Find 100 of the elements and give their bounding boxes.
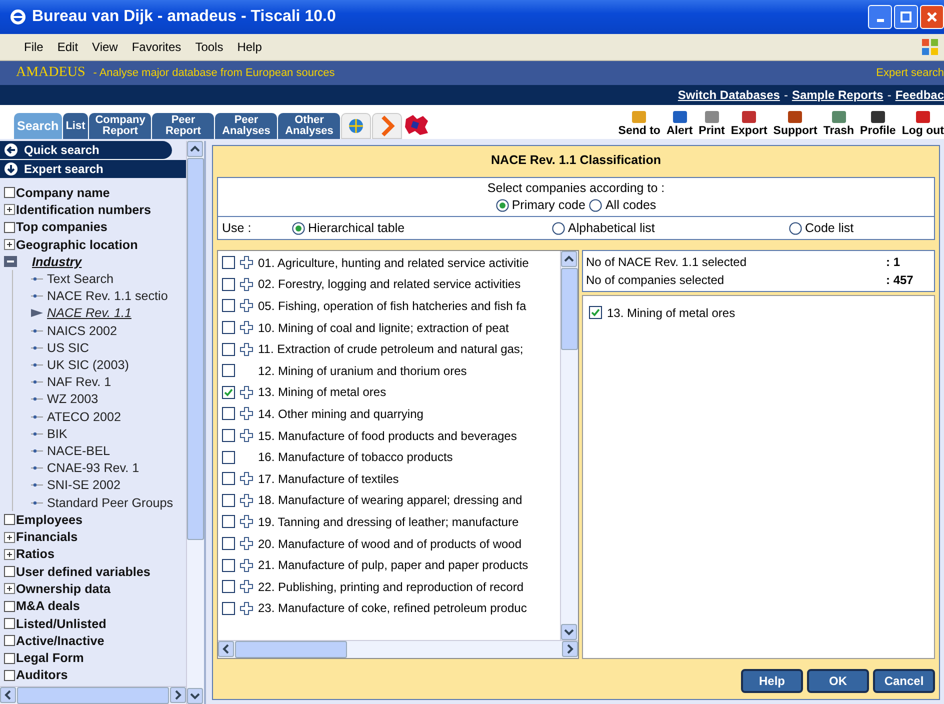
scroll-right-icon[interactable] — [562, 641, 578, 657]
search-mode-button[interactable]: Quick search — [0, 141, 172, 160]
industry-code[interactable]: 14. Other mining and quarrying — [258, 406, 424, 421]
close-button[interactable] — [920, 5, 944, 29]
toolbar-button[interactable]: Send to — [618, 109, 660, 137]
criteria-item[interactable]: Employees — [16, 512, 82, 527]
checkbox[interactable] — [222, 407, 235, 420]
plus-icon[interactable] — [240, 580, 253, 594]
plus-icon[interactable] — [240, 342, 253, 356]
radio-label[interactable]: Hierarchical table — [308, 221, 405, 235]
industry-code[interactable]: 19. Tanning and dressing of leather; manufacture — [258, 514, 519, 529]
dialog-button[interactable]: Cancel — [873, 669, 935, 693]
menu-item[interactable]: File — [24, 40, 44, 54]
checkbox[interactable] — [222, 537, 235, 550]
criteria-subitem[interactable]: WZ 2003 — [47, 392, 98, 406]
industry-code[interactable]: 05. Fishing, operation of fish hatcheries and fish fa — [258, 298, 526, 313]
scroll-thumb[interactable] — [235, 641, 347, 658]
criteria-item[interactable]: Geographic location — [16, 238, 138, 252]
checkbox[interactable] — [4, 566, 15, 578]
checkbox[interactable] — [222, 278, 235, 291]
vertical-scrollbar[interactable] — [186, 141, 204, 704]
header-link[interactable]: Sample Reports — [792, 88, 884, 102]
radio-label[interactable]: Code list — [805, 221, 854, 235]
plus-icon[interactable] — [240, 558, 253, 572]
checkbox[interactable] — [4, 514, 15, 526]
checkbox[interactable] — [222, 580, 235, 594]
plus-icon[interactable] — [240, 278, 253, 291]
radio-button[interactable] — [589, 198, 602, 212]
expand-icon[interactable] — [4, 239, 15, 250]
industry-code[interactable]: 02. Forestry, logging and related service activities — [258, 277, 521, 292]
dialog-button[interactable]: OK — [807, 669, 869, 693]
checkbox[interactable] — [4, 600, 15, 612]
dialog-button[interactable]: Help — [741, 669, 803, 693]
plus-icon[interactable] — [240, 256, 253, 270]
industry-code[interactable]: 01. Agriculture, hunting and related service activitie — [258, 256, 529, 270]
nav-tab[interactable]: Other Analyses — [278, 113, 340, 139]
horizontal-scrollbar[interactable] — [218, 640, 578, 658]
header-link[interactable]: Feedbac — [895, 88, 944, 102]
checkbox[interactable] — [222, 299, 235, 312]
scroll-thumb[interactable] — [561, 268, 578, 350]
industry-code[interactable]: 21. Manufacture of pulp, paper and paper products — [258, 558, 528, 572]
criteria-item[interactable]: Identification numbers — [16, 202, 152, 217]
criteria-subitem[interactable]: US SIC — [47, 340, 89, 355]
checkbox[interactable] — [222, 515, 235, 528]
toolbar-button[interactable]: Support — [773, 109, 818, 137]
radio-label[interactable]: All codes — [605, 198, 656, 212]
vertical-scrollbar[interactable] — [560, 251, 578, 640]
industry-code[interactable]: 22. Publishing, printing and reproduction of record — [258, 580, 524, 594]
nav-tab[interactable]: List — [62, 113, 88, 139]
criteria-subitem[interactable]: Standard Peer Groups — [47, 496, 174, 510]
criteria-item[interactable]: Ratios — [16, 547, 54, 562]
plus-icon[interactable] — [240, 494, 253, 507]
expand-icon[interactable] — [4, 204, 15, 216]
criteria-subitem[interactable]: NACE Rev. 1.1 sectio — [47, 289, 168, 304]
checkbox[interactable] — [4, 652, 15, 664]
checkbox[interactable] — [589, 306, 602, 320]
industry-code[interactable]: 23. Manufacture of coke, refined petroleum produc — [258, 601, 527, 616]
criteria-item[interactable]: Auditors — [16, 668, 68, 682]
scroll-left-icon[interactable] — [218, 641, 234, 657]
scroll-left-icon[interactable] — [0, 687, 16, 703]
plus-icon[interactable] — [240, 537, 253, 550]
industry-code[interactable]: 16. Manufacture of tobacco products — [258, 450, 453, 464]
expand-icon[interactable] — [4, 548, 15, 560]
radio-button[interactable] — [496, 198, 509, 212]
checkbox[interactable] — [4, 618, 15, 630]
horizontal-scrollbar[interactable] — [0, 686, 186, 704]
criteria-item[interactable]: Active/Inactive — [16, 634, 104, 648]
collapse-icon[interactable] — [4, 256, 17, 268]
scroll-down-icon[interactable] — [187, 688, 203, 704]
menu-item[interactable]: View — [92, 40, 118, 54]
plus-icon[interactable] — [240, 515, 253, 528]
checkbox[interactable] — [222, 429, 235, 442]
checkbox[interactable] — [222, 386, 235, 399]
criteria-subitem[interactable]: NAF Rev. 1 — [47, 375, 112, 390]
criteria-subitem[interactable]: CNAE-93 Rev. 1 — [47, 461, 140, 476]
expand-icon[interactable] — [4, 583, 15, 594]
toolbar-button[interactable]: Print — [698, 109, 725, 137]
criteria-item[interactable]: Industry — [32, 254, 82, 269]
toolbar-button[interactable]: Alert — [666, 109, 693, 137]
radio-label[interactable]: Alphabetical list — [568, 221, 655, 235]
criteria-subitem[interactable]: NACE-BEL — [47, 444, 110, 458]
criteria-subitem[interactable]: NACE Rev. 1.1 — [47, 306, 132, 320]
industry-code[interactable]: 10. Mining of coal and lignite; extraction of peat — [258, 320, 509, 335]
industry-code[interactable]: 17. Manufacture of textiles — [258, 472, 399, 486]
radio-label[interactable]: Primary code — [512, 198, 586, 212]
maximize-button[interactable] — [894, 5, 918, 29]
scroll-down-icon[interactable] — [561, 624, 577, 640]
selected-code[interactable]: 13. Mining of metal ores — [607, 306, 736, 320]
menu-item[interactable]: Favorites — [132, 40, 182, 54]
industry-code[interactable]: 18. Manufacture of wearing apparel; dressing and — [258, 493, 522, 508]
criteria-subitem[interactable]: UK SIC (2003) — [47, 358, 129, 372]
toolbar-button[interactable]: Profile — [860, 109, 896, 137]
plus-icon[interactable] — [240, 299, 253, 312]
criteria-item[interactable]: Company name — [16, 186, 110, 200]
criteria-item[interactable]: User defined variables — [16, 564, 150, 579]
scroll-up-icon[interactable] — [561, 251, 577, 267]
criteria-subitem[interactable]: NAICS 2002 — [47, 324, 118, 338]
header-link[interactable]: Switch Databases — [678, 88, 780, 102]
menu-item[interactable]: Help — [237, 40, 262, 54]
scroll-thumb[interactable] — [17, 687, 169, 704]
